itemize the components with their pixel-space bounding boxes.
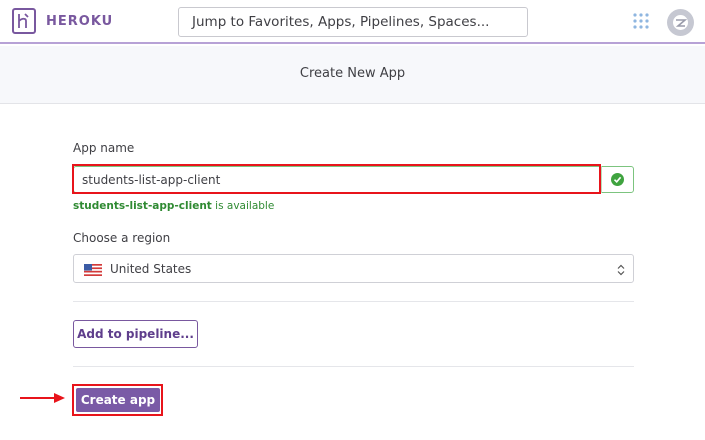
add-to-pipeline-button[interactable]: Add to pipeline... — [73, 320, 198, 348]
availability-status: is available — [215, 200, 275, 212]
top-navbar: HEROKU Jump to Favorites, Apps, Pipeline… — [0, 0, 705, 44]
availability-message: students-list-app-client is available — [73, 200, 274, 212]
heroku-logo-icon[interactable] — [12, 8, 36, 34]
page-title: Create New App — [299, 66, 406, 81]
apps-grid-icon[interactable] — [632, 12, 650, 35]
search-input[interactable]: Jump to Favorites, Apps, Pipelines, Spac… — [178, 7, 528, 37]
field-divider — [601, 166, 602, 193]
region-label: Choose a region — [73, 231, 171, 245]
create-app-button[interactable]: Create app — [76, 388, 160, 412]
avatar-icon[interactable] — [667, 9, 694, 36]
app-name-input[interactable] — [73, 166, 600, 193]
us-flag-icon — [84, 263, 102, 281]
section-divider — [73, 366, 634, 367]
available-app-name: students-list-app-client — [73, 200, 212, 212]
red-arrow-icon — [20, 391, 66, 409]
region-select[interactable]: United States — [73, 254, 634, 283]
page-header: Create New App — [0, 46, 705, 104]
region-value: United States — [110, 262, 192, 276]
brand-name[interactable]: HEROKU — [46, 14, 113, 29]
chevron-updown-icon — [617, 263, 625, 281]
app-name-label: App name — [73, 141, 135, 155]
section-divider — [73, 301, 634, 302]
check-circle-icon — [611, 173, 624, 186]
